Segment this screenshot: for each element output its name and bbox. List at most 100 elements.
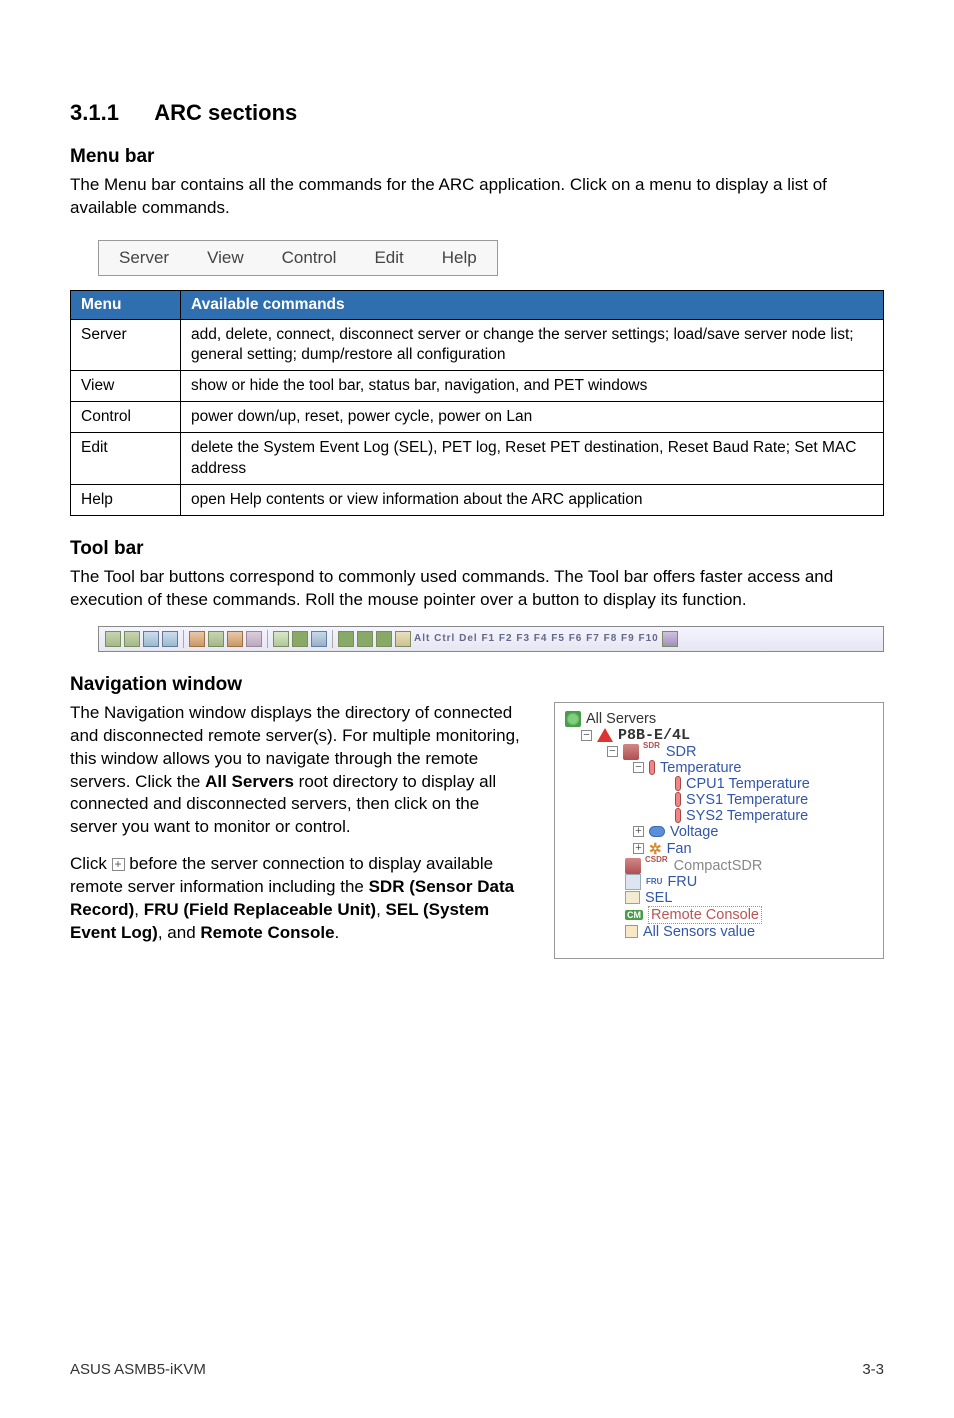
section-heading: 3.1.1 ARC sections [70,100,884,126]
tree-label: Temperature [660,760,741,776]
tree-label: Fan [667,841,692,857]
table-header-menu: Menu [71,290,181,319]
tree-label: CPU1 Temperature [686,776,810,792]
toolbar-icon[interactable] [357,631,373,647]
toolbar-icon[interactable] [246,631,262,647]
tree-label: CompactSDR [674,858,763,874]
tree-label: SYS2 Temperature [686,808,808,824]
bold-text: All Servers [205,772,294,791]
tree-all-sensors[interactable]: All Sensors value [607,924,873,940]
fru-icon-label: FRU [646,877,662,886]
commands-table: Menu Available commands Server add, dele… [70,290,884,516]
toolbar-separator [267,630,268,648]
tree-temperature-node[interactable]: − Temperature [633,760,873,776]
table-row: Help open Help contents or view informat… [71,484,884,515]
all-sensors-icon [625,925,638,938]
cell-commands: show or hide the tool bar, status bar, n… [181,371,884,402]
menu-help[interactable]: Help [442,248,477,268]
cell-commands: power down/up, reset, power cycle, power… [181,402,884,433]
compactsdr-icon [625,858,641,874]
thermometer-icon [649,760,655,775]
collapse-icon[interactable]: − [607,746,618,757]
toolbar-icon[interactable] [338,631,354,647]
text: , [376,900,385,919]
text: , and [158,923,201,942]
tree-sys2-temp[interactable]: SYS2 Temperature [675,808,873,824]
plus-icon: + [112,858,125,871]
table-row: Control power down/up, reset, power cycl… [71,402,884,433]
collapse-icon[interactable]: − [633,762,644,773]
thermometer-icon [675,792,681,807]
tree-sys1-temp[interactable]: SYS1 Temperature [675,792,873,808]
server-icon [597,728,613,742]
toolbar-icon[interactable] [273,631,289,647]
thermometer-icon [675,808,681,823]
toolbar-separator [183,630,184,648]
tree-server-node[interactable]: − P8B-E/4L [581,727,873,744]
tree-fan-node[interactable]: + ✲ Fan [633,840,873,858]
tree-cpu1-temp[interactable]: CPU1 Temperature [675,776,873,792]
bold-text: Remote Console [200,923,334,942]
sdr-icon-label: SDR [643,741,660,750]
cell-menu: Edit [71,433,181,484]
tree-voltage-node[interactable]: + Voltage [633,824,873,840]
menu-edit[interactable]: Edit [374,248,403,268]
navigation-tree-screenshot: All Servers − P8B-E/4L − SDR SDR − Tempe… [554,702,884,959]
toolbar-icon[interactable] [376,631,392,647]
menu-server[interactable]: Server [119,248,169,268]
tree-fru[interactable]: FRU FRU [607,874,873,890]
cell-menu: Help [71,484,181,515]
toolbar-icon[interactable] [105,631,121,647]
bold-text: FRU (Field Replaceable Unit) [144,900,376,919]
fru-icon [625,874,641,890]
tree-root[interactable]: All Servers [565,711,873,727]
table-row: Edit delete the System Event Log (SEL), … [71,433,884,484]
section-number: 3.1.1 [70,100,119,126]
toolbar-icon[interactable] [662,631,678,647]
menu-view[interactable]: View [207,248,244,268]
menu-control[interactable]: Control [282,248,337,268]
toolbar-paragraph: The Tool bar buttons correspond to commo… [70,566,884,612]
toolbar-separator [332,630,333,648]
cell-menu: Server [71,319,181,370]
tree-label: All Sensors value [643,924,755,940]
toolbar-icon[interactable] [292,631,308,647]
cell-commands: add, delete, connect, disconnect server … [181,319,884,370]
thermometer-icon [675,776,681,791]
toolbar-icon[interactable] [124,631,140,647]
footer-left: ASUS ASMB5-iKVM [70,1361,206,1378]
sdr-icon [623,744,639,760]
tree-label: All Servers [586,711,656,727]
tree-compactsdr[interactable]: CSDR CompactSDR [607,858,873,874]
page-footer: ASUS ASMB5-iKVM 3-3 [70,1361,884,1378]
toolbar-icon[interactable] [162,631,178,647]
toolbar-icon[interactable] [189,631,205,647]
expand-icon[interactable]: + [633,843,644,854]
navigation-heading: Navigation window [70,674,884,696]
tree-label: Voltage [670,824,718,840]
servers-icon [565,711,581,727]
footer-right: 3-3 [862,1361,884,1378]
table-header-commands: Available commands [181,290,884,319]
menubar-screenshot: Server View Control Edit Help [98,240,498,276]
tree-label: SYS1 Temperature [686,792,808,808]
collapse-icon[interactable]: − [581,730,592,741]
toolbar-keys-text: Alt Ctrl Del F1 F2 F3 F4 F5 F6 F7 F8 F9 … [414,633,659,644]
tree-sel[interactable]: SEL [607,890,873,906]
section-title: ARC sections [154,100,297,125]
navigation-para2: Click + before the server connection to … [70,853,524,945]
table-row: Server add, delete, connect, disconnect … [71,319,884,370]
tree-remote-console[interactable]: CM Remote Console [607,906,873,924]
compactsdr-icon-label: CSDR [645,855,668,864]
tree-sdr-node[interactable]: − SDR SDR [607,744,873,760]
toolbar-icon[interactable] [227,631,243,647]
toolbar-icon[interactable] [143,631,159,647]
toolbar-icon[interactable] [208,631,224,647]
cell-commands: open Help contents or view information a… [181,484,884,515]
sel-icon [625,891,640,904]
toolbar-icon[interactable] [311,631,327,647]
toolbar-icon[interactable] [395,631,411,647]
expand-icon[interactable]: + [633,826,644,837]
table-row: View show or hide the tool bar, status b… [71,371,884,402]
tree-label: SDR [666,744,697,760]
